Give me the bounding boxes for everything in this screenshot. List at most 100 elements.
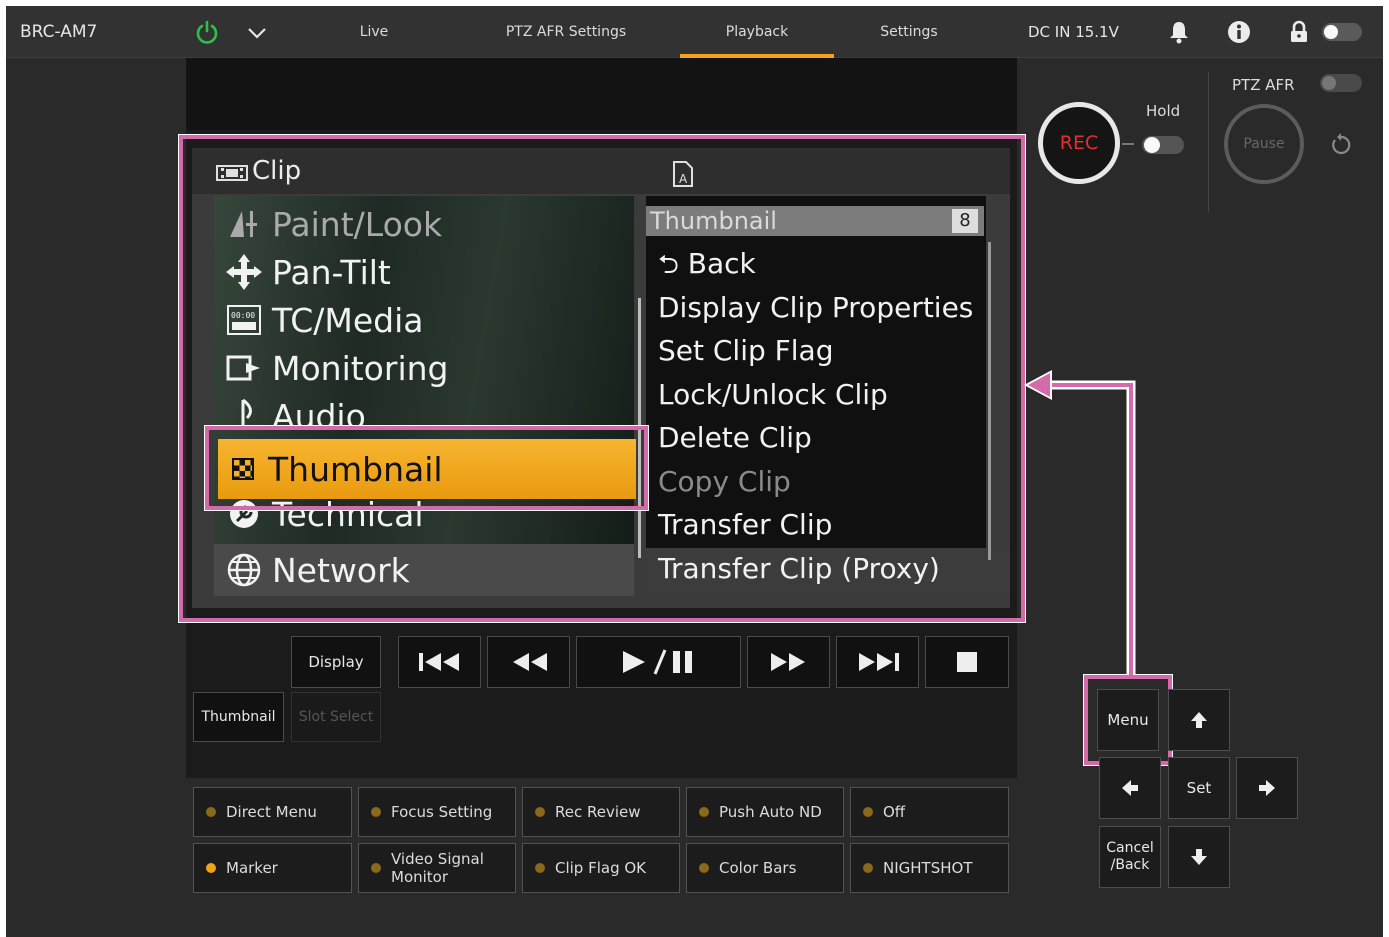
rewind-button[interactable]: [487, 636, 570, 688]
tab-live[interactable]: Live: [334, 6, 414, 58]
stop-button[interactable]: [925, 636, 1009, 688]
lock-toggle[interactable]: [1322, 23, 1362, 41]
menu-item-thumbnail[interactable]: Thumbnail: [218, 439, 636, 499]
menu-item-paint-look[interactable]: Paint/Look: [224, 200, 442, 248]
camera-menu: Clip A Paint/Look Pan-Tilt 00:00 TC/Medi…: [192, 148, 1010, 608]
app-window: BRC-AM7 Live PTZ AFR Settings Playback S…: [6, 6, 1383, 937]
status-dot: [699, 807, 709, 817]
reset-icon[interactable]: [1328, 132, 1354, 158]
menu-option-display-clip-properties[interactable]: Display Clip Properties: [658, 288, 973, 328]
menu-item-network[interactable]: Network: [224, 546, 410, 594]
status-dot: [371, 807, 381, 817]
cancel-back-button[interactable]: Cancel /Back: [1099, 826, 1161, 888]
menu-option-lock-unlock-clip[interactable]: Lock/Unlock Clip: [658, 375, 888, 415]
tab-playback[interactable]: Playback: [680, 6, 834, 58]
hold-label: Hold: [1146, 102, 1181, 120]
svg-text:A: A: [679, 172, 688, 186]
marker-button[interactable]: Marker: [193, 843, 352, 893]
skip-back-button[interactable]: [398, 636, 481, 688]
thumbnail-button[interactable]: Thumbnail: [193, 692, 284, 742]
display-button[interactable]: Display: [291, 636, 381, 688]
pause-button[interactable]: Pause: [1224, 104, 1304, 184]
submenu-page-badge: 8: [952, 209, 978, 233]
menu-option-copy-clip[interactable]: Copy Clip: [658, 462, 791, 502]
tab-settings[interactable]: Settings: [868, 6, 950, 58]
power-status: DC IN 15.1V: [1028, 23, 1119, 41]
video-signal-monitor-button[interactable]: Video Signal Monitor: [358, 843, 516, 893]
rec-button[interactable]: REC: [1038, 102, 1120, 184]
ptz-afr-toggle[interactable]: [1320, 74, 1362, 92]
status-dot: [699, 863, 709, 873]
nightshot-button[interactable]: NIGHTSHOT: [850, 843, 1009, 893]
right-button[interactable]: [1236, 757, 1298, 819]
arrow-down-icon: [1191, 849, 1207, 865]
pan-tilt-icon: [224, 252, 264, 292]
hold-toggle[interactable]: [1142, 136, 1184, 154]
color-bars-button[interactable]: Color Bars: [686, 843, 844, 893]
media-card-icon: A: [673, 161, 693, 187]
status-dot: [535, 807, 545, 817]
play-pause-button[interactable]: [576, 636, 741, 688]
network-icon: [224, 550, 264, 590]
push-auto-nd-button[interactable]: Push Auto ND: [686, 787, 844, 837]
down-button[interactable]: [1168, 826, 1230, 888]
tc-media-icon: 00:00: [224, 300, 264, 340]
arrow-up-icon: [1191, 712, 1207, 728]
menu-category-list: Paint/Look Pan-Tilt 00:00 TC/Media Monit…: [214, 196, 634, 596]
status-dot: [206, 863, 216, 873]
bell-icon[interactable]: [1166, 19, 1192, 45]
arrow-right-icon: [1259, 780, 1275, 796]
chevron-down-icon[interactable]: [246, 22, 268, 44]
status-dot: [371, 863, 381, 873]
menu-button[interactable]: Menu: [1097, 689, 1159, 751]
clip-flag-ok-button[interactable]: Clip Flag OK: [522, 843, 680, 893]
svg-text:00:00: 00:00: [231, 311, 255, 320]
menu-option-delete-clip[interactable]: Delete Clip: [658, 418, 812, 458]
fast-forward-icon: [770, 653, 805, 671]
stop-icon: [957, 652, 977, 672]
top-bar: BRC-AM7 Live PTZ AFR Settings Playback S…: [6, 6, 1383, 58]
device-name: BRC-AM7: [20, 22, 98, 42]
status-dot: [535, 863, 545, 873]
option-scrollbar[interactable]: [988, 242, 991, 560]
menu-title: Clip: [252, 156, 302, 186]
direct-menu-button[interactable]: Direct Menu: [193, 787, 352, 837]
status-dot: [206, 807, 216, 817]
rec-review-button[interactable]: Rec Review: [522, 787, 680, 837]
arrow-left-icon: [1122, 780, 1138, 796]
skip-back-icon: [418, 653, 459, 671]
clip-icon: [216, 165, 248, 181]
menu-option-transfer-clip-proxy[interactable]: Transfer Clip (Proxy): [658, 549, 940, 589]
ptz-afr-label: PTZ AFR: [1232, 76, 1295, 94]
thumbnail-icon: [232, 458, 254, 480]
up-button[interactable]: [1168, 689, 1230, 751]
menu-header: Clip A: [192, 148, 1010, 194]
status-dot: [863, 863, 873, 873]
skip-forward-icon: [858, 653, 899, 671]
menu-option-set-clip-flag[interactable]: Set Clip Flag: [658, 331, 833, 371]
slot-select-button[interactable]: Slot Select: [291, 692, 381, 742]
rec-hold-link: [1122, 143, 1134, 145]
status-dot: [863, 807, 873, 817]
power-icon[interactable]: [194, 19, 220, 45]
menu-item-tc-media[interactable]: 00:00 TC/Media: [224, 296, 424, 344]
menu-option-back[interactable]: ⮌ Back: [658, 244, 756, 284]
panel-divider: [1208, 72, 1209, 212]
off-button[interactable]: Off: [850, 787, 1009, 837]
menu-item-pan-tilt[interactable]: Pan-Tilt: [224, 248, 391, 296]
monitoring-icon: [224, 348, 264, 388]
skip-forward-button[interactable]: [836, 636, 919, 688]
rewind-icon: [512, 653, 547, 671]
tab-ptz-afr-settings[interactable]: PTZ AFR Settings: [486, 6, 646, 58]
menu-option-transfer-clip[interactable]: Transfer Clip: [658, 505, 832, 545]
focus-setting-button[interactable]: Focus Setting: [358, 787, 516, 837]
back-icon: ⮌: [658, 250, 679, 280]
video-top-strip: [186, 58, 1017, 130]
info-icon[interactable]: [1226, 19, 1252, 45]
lock-icon[interactable]: [1286, 19, 1312, 45]
fast-forward-button[interactable]: [747, 636, 830, 688]
paint-look-icon: [224, 204, 264, 244]
set-button[interactable]: Set: [1168, 757, 1230, 819]
left-button[interactable]: [1099, 757, 1161, 819]
menu-item-monitoring[interactable]: Monitoring: [224, 344, 448, 392]
